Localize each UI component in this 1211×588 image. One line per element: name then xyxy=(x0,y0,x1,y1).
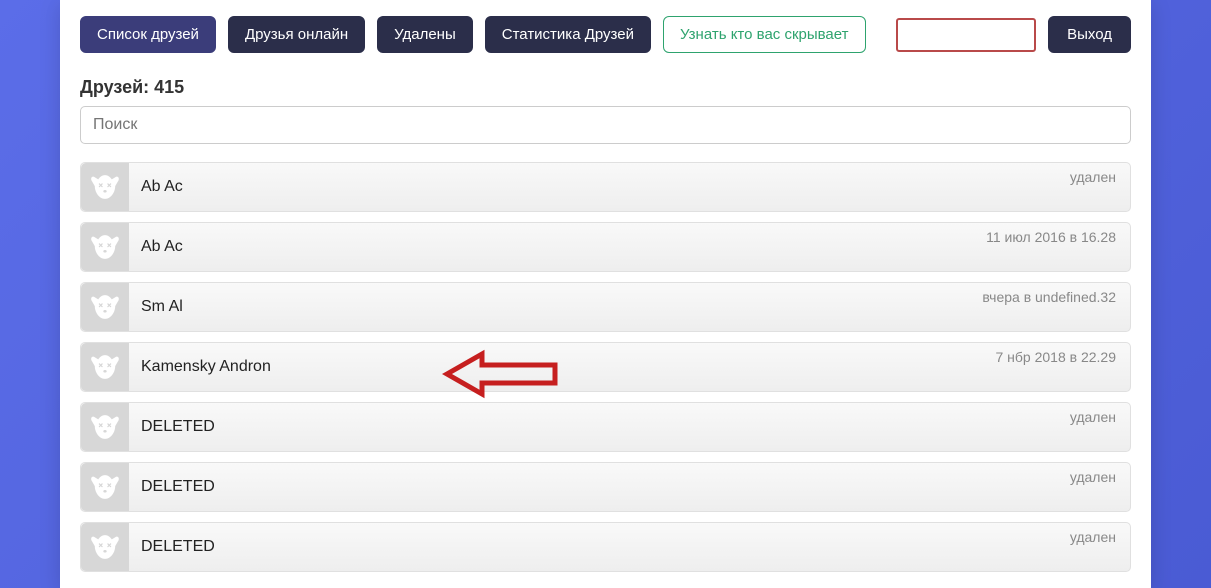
dog-avatar-icon xyxy=(88,290,122,324)
avatar xyxy=(81,163,129,211)
friend-name: Sm Al xyxy=(141,298,982,316)
friend-status: удален xyxy=(1070,409,1116,425)
avatar xyxy=(81,523,129,571)
nav-deleted[interactable]: Удалены xyxy=(377,16,473,53)
friend-name: DELETED xyxy=(141,478,1070,496)
friend-status: удален xyxy=(1070,469,1116,485)
dog-avatar-icon xyxy=(88,170,122,204)
nav-friends-stats[interactable]: Статистика Друзей xyxy=(485,16,651,53)
dog-avatar-icon xyxy=(88,530,122,564)
avatar xyxy=(81,283,129,331)
nav-friends-online[interactable]: Друзья онлайн xyxy=(228,16,365,53)
friend-list: Ab Ac удален Ab Ac 11 июл 2016 в 16.28 xyxy=(80,162,1131,572)
dog-avatar-icon xyxy=(88,230,122,264)
friend-status: 7 нбр 2018 в 22.29 xyxy=(996,349,1117,365)
avatar xyxy=(81,223,129,271)
friends-count: Друзей: 415 xyxy=(80,77,1131,98)
search-input[interactable] xyxy=(80,106,1131,144)
friend-row[interactable]: Sm Al вчера в undefined.32 xyxy=(80,282,1131,332)
friend-name: Ab Ac xyxy=(141,178,1070,196)
friend-name: DELETED xyxy=(141,538,1070,556)
friend-name: DELETED xyxy=(141,418,1070,436)
dog-avatar-icon xyxy=(88,470,122,504)
friend-name: Kamensky Andron xyxy=(141,358,996,376)
friend-status: вчера в undefined.32 xyxy=(982,289,1116,305)
friend-name: Ab Ac xyxy=(141,238,986,256)
top-nav: Список друзей Друзья онлайн Удалены Стат… xyxy=(80,16,1131,53)
friend-row[interactable]: DELETED удален xyxy=(80,462,1131,512)
dog-avatar-icon xyxy=(88,410,122,444)
avatar xyxy=(81,463,129,511)
nav-friends-list[interactable]: Список друзей xyxy=(80,16,216,53)
friend-status: удален xyxy=(1070,169,1116,185)
dog-avatar-icon xyxy=(88,350,122,384)
app-container: Список друзей Друзья онлайн Удалены Стат… xyxy=(60,0,1151,588)
friend-row[interactable]: Ab Ac удален xyxy=(80,162,1131,212)
exit-button[interactable]: Выход xyxy=(1048,16,1131,53)
avatar xyxy=(81,343,129,391)
nav-who-hides[interactable]: Узнать кто вас скрывает xyxy=(663,16,866,53)
avatar xyxy=(81,403,129,451)
friend-row[interactable]: DELETED удален xyxy=(80,402,1131,452)
friend-row[interactable]: DELETED удален xyxy=(80,522,1131,572)
friend-row[interactable]: Kamensky Andron 7 нбр 2018 в 22.29 xyxy=(80,342,1131,392)
token-input[interactable] xyxy=(896,18,1036,52)
friend-status: удален xyxy=(1070,529,1116,545)
friend-status: 11 июл 2016 в 16.28 xyxy=(986,229,1116,245)
friend-row[interactable]: Ab Ac 11 июл 2016 в 16.28 xyxy=(80,222,1131,272)
